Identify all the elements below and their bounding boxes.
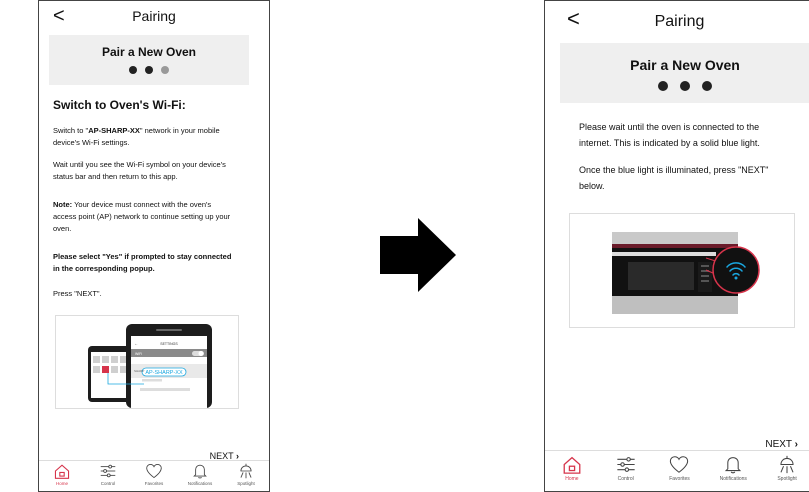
settings-label: SETTINGS <box>160 342 178 346</box>
tab-favorites[interactable]: Favorites <box>134 463 174 486</box>
tab-home[interactable]: Home <box>552 455 592 482</box>
tab-notifications[interactable]: Notifications <box>713 455 753 482</box>
heart-icon <box>146 464 162 479</box>
section-title: Switch to Oven's Wi-Fi: <box>53 98 186 112</box>
svg-text:WiFi: WiFi <box>135 352 142 356</box>
instruction-note: Note: Your device must connect with the … <box>53 200 231 233</box>
step-dot-1 <box>129 66 137 74</box>
step-dot-2 <box>145 66 153 74</box>
bottom-tab-bar: Home Control Favorites Notifications Spo… <box>39 460 269 491</box>
tab-notifications[interactable]: Notifications <box>180 463 220 486</box>
pairing-screen-step-3: < Pairing Pair a New Oven Please wait un… <box>544 0 809 492</box>
instruction-wait-connection: Please wait until the oven is connected … <box>579 122 760 148</box>
header: < Pairing <box>39 1 269 33</box>
tab-spotlight[interactable]: Spotlight <box>767 455 807 482</box>
tab-control[interactable]: Control <box>88 463 128 486</box>
next-button[interactable]: NEXT › <box>765 439 798 450</box>
page-title: Pairing <box>132 8 176 24</box>
instruction-press-next: Press "NEXT". <box>53 289 102 298</box>
svg-text:←: ← <box>134 341 138 346</box>
pair-banner: Pair a New Oven <box>560 43 809 103</box>
step-dot-3 <box>161 66 169 74</box>
pair-banner: Pair a New Oven <box>49 35 249 85</box>
bell-icon <box>193 464 207 479</box>
home-icon <box>54 464 70 479</box>
page-title: Pairing <box>654 13 705 30</box>
instruction-wait-wifi: Wait until you see the Wi-Fi symbol on y… <box>53 160 226 181</box>
tab-home[interactable]: Home <box>42 463 82 486</box>
wifi-settings-illustration: SETTINGS ← WiFi AP-SHARP-XX SHARP <box>55 315 239 409</box>
step-indicator <box>49 66 249 74</box>
instruction-stay-connected: Please select "Yes" if prompted to stay … <box>53 252 232 273</box>
step-dot-2 <box>680 81 690 91</box>
sliders-icon <box>100 464 116 478</box>
right-arrow-icon <box>380 218 456 292</box>
instruction-switch-network: Switch to "AP-SHARP-XX" network in your … <box>53 126 220 147</box>
banner-title: Pair a New Oven <box>630 57 740 73</box>
sliders-icon <box>617 457 635 472</box>
spotlight-icon <box>240 463 252 479</box>
bell-icon <box>725 457 742 474</box>
tab-control[interactable]: Control <box>606 455 646 482</box>
instruction-blue-light: Once the blue light is illuminated, pres… <box>579 165 769 191</box>
tab-spotlight[interactable]: Spotlight <box>226 463 266 486</box>
svg-text:SHARP: SHARP <box>134 369 144 373</box>
phone-settings-image: SETTINGS ← WiFi AP-SHARP-XX SHARP <box>88 324 212 408</box>
oven-image <box>612 232 760 314</box>
heart-icon <box>670 456 689 473</box>
oven-wifi-illustration <box>569 213 795 328</box>
header: < Pairing <box>545 1 809 37</box>
pairing-screen-step-2: < Pairing Pair a New Oven Switch to Oven… <box>38 0 270 492</box>
banner-title: Pair a New Oven <box>101 45 197 59</box>
bottom-tab-bar: Home Control Favorites Notifications Spo… <box>545 450 809 491</box>
network-label: AP-SHARP-XX <box>145 370 183 376</box>
home-icon <box>563 456 581 474</box>
step-dot-1 <box>658 81 668 91</box>
step-indicator <box>560 81 809 91</box>
tab-favorites[interactable]: Favorites <box>659 455 699 482</box>
spotlight-icon <box>780 455 794 474</box>
network-name: AP-SHARP-XX <box>88 126 140 135</box>
step-dot-3 <box>702 81 712 91</box>
